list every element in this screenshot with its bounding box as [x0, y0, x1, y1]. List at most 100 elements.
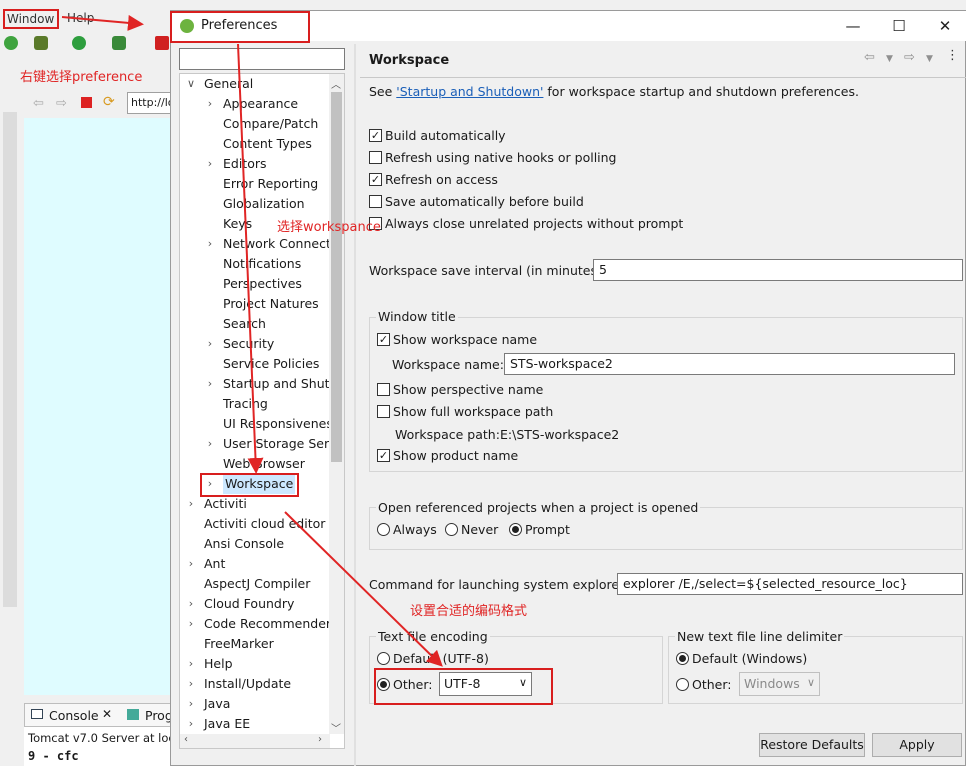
tree-item[interactable]: › Editors — [180, 154, 330, 174]
back-icon[interactable]: ⇦ — [33, 96, 44, 111]
scroll-left-icon[interactable]: ‹ — [184, 734, 188, 745]
chevron-right-icon[interactable]: › — [205, 334, 215, 354]
forward-menu-icon[interactable]: ▼ — [926, 54, 933, 64]
show-workspace-name-checkbox[interactable]: ✓ — [377, 333, 390, 346]
chevron-right-icon[interactable]: › — [186, 714, 196, 734]
default-encoding-radio[interactable] — [377, 652, 390, 665]
show-perspective-name-checkbox[interactable] — [377, 383, 390, 396]
tree-item[interactable]: FreeMarker — [180, 634, 330, 654]
chevron-right-icon[interactable]: › — [205, 434, 215, 454]
stop-loading-icon[interactable] — [81, 97, 92, 108]
tree-item[interactable]: › Code Recommenders — [180, 614, 338, 634]
save-interval-input[interactable]: 5 — [593, 259, 963, 281]
tree-item[interactable]: › Activiti — [180, 494, 330, 514]
tree-item[interactable]: › Help — [180, 654, 330, 674]
tree-item[interactable]: Error Reporting — [180, 174, 330, 194]
tree-item[interactable]: Search — [180, 314, 330, 334]
tree-item[interactable]: Content Types — [180, 134, 330, 154]
tree-item[interactable]: › Java — [180, 694, 330, 714]
workspace-option-checkbox[interactable]: ✓ — [369, 173, 382, 186]
tree-item[interactable]: › Cloud Foundry — [180, 594, 330, 614]
tree-item[interactable]: › Ant — [180, 554, 330, 574]
stop-icon[interactable] — [155, 36, 169, 50]
spring-icon[interactable] — [4, 36, 18, 50]
restore-defaults-button[interactable]: Restore Defaults — [759, 733, 865, 757]
tree-item[interactable]: › Appearance — [180, 94, 330, 114]
chevron-right-icon[interactable]: › — [186, 554, 196, 574]
tree-item[interactable]: › User Storage Serv — [180, 434, 337, 454]
tree-item[interactable]: › Security — [180, 334, 330, 354]
tree-item[interactable]: Notifications — [180, 254, 330, 274]
console-tab[interactable]: Console — [49, 708, 99, 723]
prompt-radio[interactable] — [509, 523, 522, 536]
chevron-right-icon[interactable]: › — [205, 374, 215, 394]
forward-icon[interactable]: ⇨ — [56, 96, 67, 111]
tree-item[interactable]: Project Natures — [180, 294, 330, 314]
startup-shutdown-link[interactable]: 'Startup and Shutdown' — [396, 84, 543, 99]
workspace-option-checkbox[interactable] — [369, 195, 382, 208]
run-external-icon[interactable] — [112, 36, 126, 50]
url-input[interactable]: http://lo — [127, 92, 175, 114]
scroll-down-icon[interactable]: ﹀ — [331, 720, 341, 735]
never-radio[interactable] — [445, 523, 458, 536]
tree-item[interactable]: Ansi Console — [180, 534, 330, 554]
chevron-right-icon[interactable]: › — [186, 494, 196, 514]
apply-button[interactable]: Apply — [872, 733, 962, 757]
tree-item[interactable]: Activiti cloud editor — [180, 514, 330, 534]
menu-help[interactable]: Help — [67, 11, 94, 25]
tree-item[interactable]: Service Policies — [180, 354, 330, 374]
tree-item[interactable]: Tracing — [180, 394, 330, 414]
tree-item[interactable]: ∨ General — [180, 74, 330, 94]
default-delimiter-radio[interactable] — [676, 652, 689, 665]
chevron-down-icon[interactable]: ∨ — [186, 74, 196, 94]
chevron-right-icon[interactable]: › — [186, 694, 196, 714]
menu-window[interactable]: Window — [3, 9, 59, 29]
debug-icon[interactable] — [34, 36, 48, 50]
tree-item[interactable]: › Startup and Shutd — [180, 374, 338, 394]
chevron-right-icon[interactable]: › — [205, 94, 215, 114]
chevron-right-icon[interactable]: › — [205, 234, 215, 254]
always-radio[interactable] — [377, 523, 390, 536]
workspace-option-checkbox[interactable]: ✓ — [369, 129, 382, 142]
chevron-right-icon[interactable]: › — [186, 674, 196, 694]
workspace-name-input[interactable]: STS-workspace2 — [504, 353, 955, 375]
chevron-right-icon[interactable]: › — [186, 614, 196, 634]
scroll-right-icon[interactable]: › — [318, 734, 322, 745]
tree-item[interactable]: › Install/Update — [180, 674, 330, 694]
explorer-command-input[interactable]: explorer /E,/select=${selected_resource_… — [617, 573, 963, 595]
sash[interactable] — [354, 44, 356, 766]
tree-item[interactable]: UI Responsivenes — [180, 414, 333, 434]
close-button[interactable]: ✕ — [922, 11, 966, 41]
show-full-path-checkbox[interactable] — [377, 405, 390, 418]
delimiter-select[interactable]: Windows ∨ — [739, 672, 820, 696]
maximize-button[interactable]: ☐ — [876, 11, 922, 41]
forward-icon[interactable]: ⇨ — [904, 50, 915, 65]
back-icon[interactable]: ⇦ — [864, 50, 875, 65]
chevron-right-icon[interactable]: › — [186, 654, 196, 674]
progress-tab[interactable]: Prog — [145, 708, 173, 723]
tree-item[interactable]: › Network Connectio — [180, 234, 342, 254]
tree-item[interactable]: › Java EE — [180, 714, 330, 734]
tree-item[interactable]: AspectJ Compiler — [180, 574, 330, 594]
filter-input[interactable] — [179, 48, 345, 70]
minimize-button[interactable]: — — [830, 11, 876, 41]
delimiter-value: Windows — [744, 676, 800, 691]
back-menu-icon[interactable]: ▼ — [886, 54, 893, 64]
close-icon[interactable]: ✕ — [102, 707, 112, 721]
other-delimiter-radio[interactable] — [676, 678, 689, 691]
tree-item[interactable]: Compare/Patch — [180, 114, 330, 134]
tree-scroll-thumb[interactable] — [331, 92, 342, 462]
workspace-option-checkbox[interactable] — [369, 151, 382, 164]
refresh-icon[interactable]: ⟳ — [103, 94, 115, 110]
tree-item[interactable]: Web Browser — [180, 454, 330, 474]
run-icon[interactable] — [72, 36, 86, 50]
view-menu-icon[interactable]: ⋮ — [946, 48, 959, 63]
tree-item[interactable]: Globalization — [180, 194, 330, 214]
tree-item[interactable]: Perspectives — [180, 274, 330, 294]
show-product-name-checkbox[interactable]: ✓ — [377, 449, 390, 462]
scroll-up-icon[interactable]: ︿ — [331, 76, 341, 91]
tree-horizontal-scrollbar[interactable]: ‹ › — [180, 734, 330, 748]
chevron-right-icon[interactable]: › — [186, 594, 196, 614]
chevron-right-icon[interactable]: › — [205, 154, 215, 174]
ide-left-scrollbar[interactable] — [3, 112, 17, 607]
